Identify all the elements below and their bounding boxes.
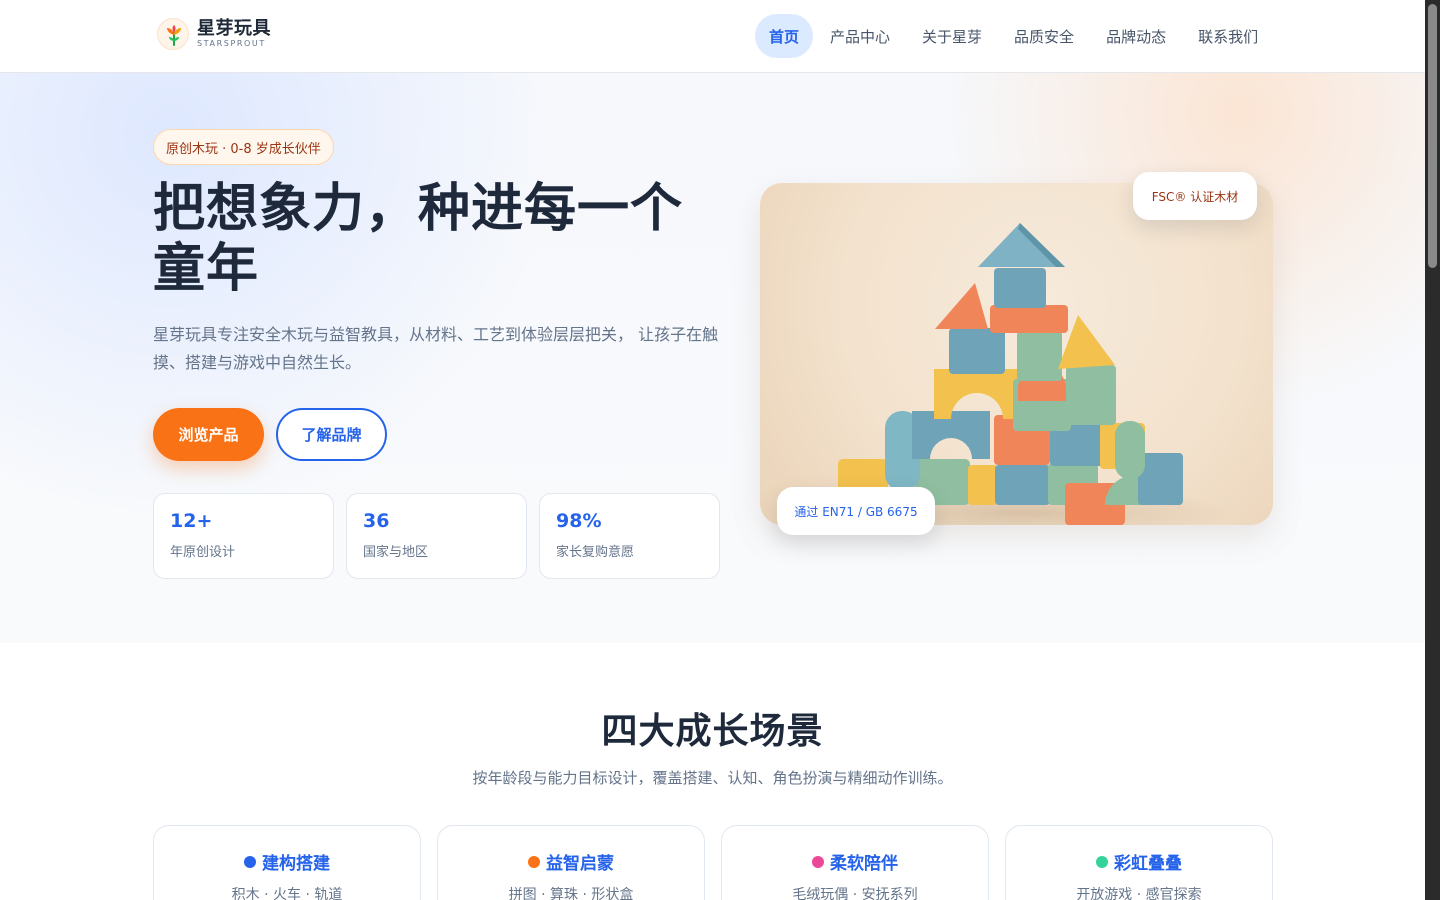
card-title: 建构搭建 [262,854,330,874]
nav-item-news[interactable]: 品牌动态 [1091,14,1181,58]
section-subtitle: 按年龄段与能力目标设计，覆盖搭建、认知、角色扮演与精细动作训练。 [472,769,953,787]
stat-value: 12+ [170,510,213,532]
card-title: 益智启蒙 [546,854,614,874]
learn-brand-button[interactable]: 了解品牌 [276,408,387,461]
browse-products-button[interactable]: 浏览产品 [153,408,264,461]
stat-card: 12+ 年原创设计 [153,493,334,579]
hero-title: 把想象力，种进每一个童年 [153,179,684,299]
hero-description: 星芽玩具专注安全木玩与益智教具，从材料、工艺到体验层层把关， 让孩子在触摸、搭建… [153,325,719,372]
stat-label: 家长复购意愿 [556,545,635,560]
card-tags: 开放游戏 · 感官探索 [1076,887,1202,900]
nav-item-contact[interactable]: 联系我们 [1183,14,1273,58]
brand-logo[interactable]: 星芽玩具 STARSPROUT [157,18,271,50]
scenario-card[interactable]: 益智启蒙 拼图 · 算珠 · 形状盒 [437,825,705,900]
fsc-badge: FSC® 认证木材 [1133,172,1257,220]
scrollbar-thumb[interactable] [1428,4,1437,268]
stat-value: 36 [363,510,390,532]
page: 星芽玩具 STARSPROUT 首页 产品中心 关于星芽 品质安全 品牌动态 联… [0,0,1425,900]
card-tags: 积木 · 火车 · 轨道 [231,887,343,900]
main-nav: 首页 产品中心 关于星芽 品质安全 品牌动态 联系我们 [755,14,1273,58]
sprout-icon [157,18,189,50]
card-title: 柔软陪伴 [830,854,898,874]
scenario-card[interactable]: 柔软陪伴 毛绒玩偶 · 安抚系列 [721,825,989,900]
nav-item-home[interactable]: 首页 [755,14,814,58]
stat-label: 年原创设计 [170,545,236,560]
stat-label: 国家与地区 [363,545,429,560]
dot-icon [244,855,256,868]
hero-tag-pill: 原创木玩 · 0-8 岁成长伙伴 [153,129,334,165]
hero-blocks-image [760,183,1273,525]
section-title: 四大成长场景 [601,711,824,752]
dot-icon [528,855,540,868]
scenario-card[interactable]: 彩虹叠叠 开放游戏 · 感官探索 [1005,825,1273,900]
nav-item-products[interactable]: 产品中心 [815,14,905,58]
stat-card: 36 国家与地区 [346,493,527,579]
stat-card: 98% 家长复购意愿 [539,493,720,579]
brand-subtitle: STARSPROUT [197,39,266,48]
certification-badge: 通过 EN71 / GB 6675 [777,487,935,535]
dot-icon [812,855,824,868]
stat-value: 98% [556,510,602,532]
hero-section: 原创木玩 · 0-8 岁成长伙伴 把想象力，种进每一个童年 星芽玩具专注安全木玩… [0,73,1425,643]
nav-item-quality[interactable]: 品质安全 [999,14,1089,58]
scenario-card[interactable]: 建构搭建 积木 · 火车 · 轨道 [153,825,421,900]
card-title: 彩虹叠叠 [1114,854,1182,874]
vertical-scrollbar[interactable] [1425,0,1440,900]
nav-item-about[interactable]: 关于星芽 [907,14,997,58]
card-tags: 毛绒玩偶 · 安抚系列 [792,887,918,900]
brand-name: 星芽玩具 [197,18,271,39]
site-header: 星芽玩具 STARSPROUT 首页 产品中心 关于星芽 品质安全 品牌动态 联… [0,0,1425,73]
dot-icon [1096,855,1108,868]
card-tags: 拼图 · 算珠 · 形状盒 [508,887,634,900]
